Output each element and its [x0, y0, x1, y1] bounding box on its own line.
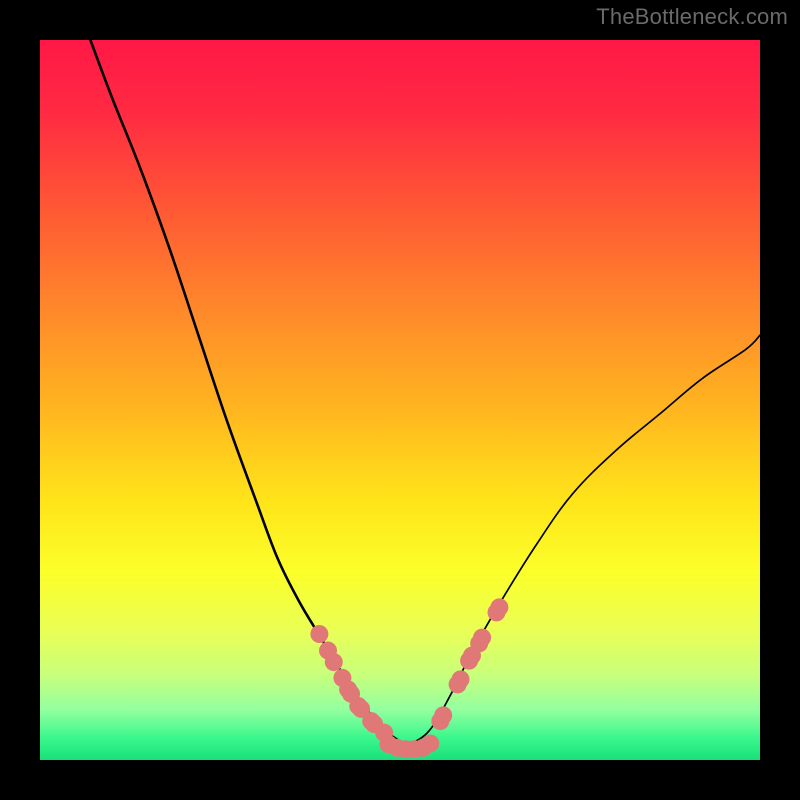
curve-left: [90, 40, 407, 746]
image-frame: TheBottleneck.com: [0, 0, 800, 800]
dots-right: [431, 598, 508, 730]
chart-svg: [40, 40, 760, 760]
watermark-text: TheBottleneck.com: [596, 4, 788, 30]
dots-bottom: [379, 734, 439, 758]
plot-area: [40, 40, 760, 760]
